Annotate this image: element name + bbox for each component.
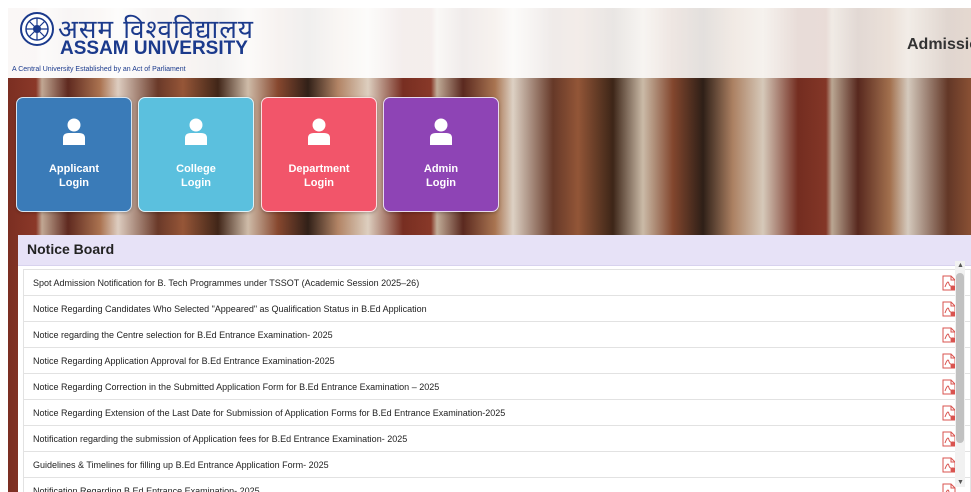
notice-scrollbar[interactable]: ▲ ▼ — [955, 261, 965, 487]
page-background: असम विश्वविद्यालय ASSAM UNIVERSITY A Cen… — [8, 8, 971, 492]
pdf-icon[interactable] — [942, 275, 956, 291]
notice-item-link[interactable]: Notice Regarding Application Approval fo… — [33, 356, 335, 366]
notice-item[interactable]: Notification regarding the submission of… — [23, 426, 971, 452]
tile-label-line1: College — [176, 163, 216, 175]
tile-label-line2: Login — [304, 177, 334, 189]
notice-item-link[interactable]: Notice regarding the Centre selection fo… — [33, 330, 333, 340]
user-icon — [430, 118, 452, 145]
notice-item[interactable]: Notice Regarding Extension of the Last D… — [23, 400, 971, 426]
tile-label: Department Login — [262, 162, 376, 190]
pdf-icon[interactable] — [942, 379, 956, 395]
pdf-icon[interactable] — [942, 405, 956, 421]
tile-label: Applicant Login — [17, 162, 131, 190]
tile-label: Admin Login — [384, 162, 498, 190]
admin-login-button[interactable]: Admin Login — [383, 97, 499, 212]
notice-item[interactable]: Notice regarding the Centre selection fo… — [23, 322, 971, 348]
page-title: Admissio — [906, 36, 971, 53]
pdf-icon[interactable] — [942, 483, 956, 492]
pdf-icon[interactable] — [942, 431, 956, 447]
notice-item-link[interactable]: Notification regarding the submission of… — [33, 434, 407, 444]
university-tagline: A Central University Established by an A… — [12, 66, 186, 73]
university-logo-icon — [20, 12, 54, 46]
notice-item-link[interactable]: Notice Regarding Candidates Who Selected… — [33, 304, 427, 314]
user-icon — [63, 118, 85, 145]
tile-label-line1: Admin — [423, 163, 459, 175]
pdf-icon[interactable] — [942, 301, 956, 317]
tile-label-line1: Department — [288, 163, 350, 175]
notice-item[interactable]: Notice Regarding Application Approval fo… — [23, 348, 971, 374]
notice-item-link[interactable]: Notice Regarding Correction in the Submi… — [33, 382, 439, 392]
notice-item[interactable]: Guidelines & Timelines for filling up B.… — [23, 452, 971, 478]
pdf-icon[interactable] — [942, 457, 956, 473]
pdf-icon[interactable] — [942, 327, 956, 343]
user-icon — [308, 118, 330, 145]
tile-label-line2: Login — [181, 177, 211, 189]
notice-list: Spot Admission Notification for B. Tech … — [23, 269, 971, 492]
pdf-icon[interactable] — [942, 353, 956, 369]
user-icon — [185, 118, 207, 145]
notice-item-link[interactable]: Guidelines & Timelines for filling up B.… — [33, 460, 329, 470]
tile-label-line2: Login — [426, 177, 456, 189]
department-login-button[interactable]: Department Login — [261, 97, 377, 212]
site-header: असम विश्वविद्यालय ASSAM UNIVERSITY A Cen… — [8, 8, 971, 78]
university-name-english: ASSAM UNIVERSITY — [60, 38, 248, 59]
notice-board: Notice Board Spot Admission Notification… — [18, 235, 971, 492]
tile-label-line1: Applicant — [48, 163, 100, 175]
scroll-down-arrow-icon[interactable]: ▼ — [957, 479, 964, 486]
tile-label-line2: Login — [59, 177, 89, 189]
notice-board-header: Notice Board — [18, 235, 971, 266]
applicant-login-button[interactable]: Applicant Login — [16, 97, 132, 212]
college-login-button[interactable]: College Login — [138, 97, 254, 212]
notice-item-link[interactable]: Notification Regarding B.Ed Entrance Exa… — [33, 486, 260, 492]
notice-board-title: Notice Board — [27, 241, 115, 257]
notice-item-link[interactable]: Spot Admission Notification for B. Tech … — [33, 278, 419, 288]
notice-item[interactable]: Notification Regarding B.Ed Entrance Exa… — [23, 478, 971, 492]
notice-item[interactable]: Spot Admission Notification for B. Tech … — [23, 269, 971, 296]
scroll-up-arrow-icon[interactable]: ▲ — [957, 262, 964, 269]
tile-label: College Login — [139, 162, 253, 190]
notice-item[interactable]: Notice Regarding Correction in the Submi… — [23, 374, 971, 400]
notice-item-link[interactable]: Notice Regarding Extension of the Last D… — [33, 408, 505, 418]
notice-item[interactable]: Notice Regarding Candidates Who Selected… — [23, 296, 971, 322]
scroll-thumb[interactable] — [956, 273, 964, 443]
